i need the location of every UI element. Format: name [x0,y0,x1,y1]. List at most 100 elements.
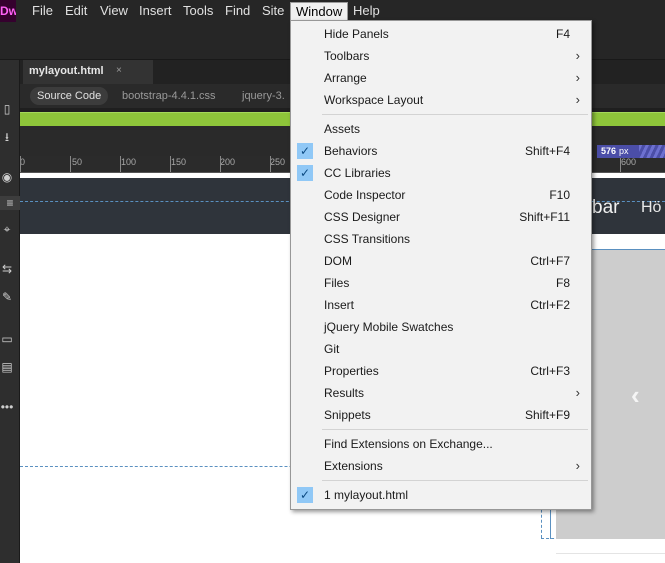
menu-item-label: Snippets [324,408,371,422]
menu-item-arrange[interactable]: Arrange › [291,67,591,89]
menu-item-jquery-mobile-swatches[interactable]: jQuery Mobile Swatches [291,316,591,338]
apply-formatting-icon[interactable]: ✎ [0,290,14,304]
menu-item-results[interactable]: Results › [291,382,591,404]
menu-site[interactable]: Site [257,0,289,22]
submenu-arrow-icon: › [575,458,580,473]
window-menu-dropdown: Hide Panels F4 Toolbars › Arrange › Workspace … [290,20,592,510]
ruler-label: 600 [621,157,637,167]
menu-item-css-designer[interactable]: CSS Designer Shift+F11 [291,206,591,228]
menu-item-files[interactable]: Files F8 [291,272,591,294]
live-view-options-icon[interactable]: ◉ [0,170,14,184]
menu-item-insert[interactable]: Insert Ctrl+F2 [291,294,591,316]
menu-item-hide-panels[interactable]: Hide Panels F4 [291,23,591,45]
submenu-arrow-icon: › [575,385,580,400]
checkmark-icon: ✓ [297,143,313,159]
navbar-brand[interactable]: bar [592,197,619,219]
related-file-source-code[interactable]: Source Code [30,87,109,105]
menu-item-extensions[interactable]: Extensions › [291,455,591,477]
menu-window[interactable]: Window [290,2,349,22]
menu-item-label: Workspace Layout [324,93,424,107]
menu-item-cc-libraries[interactable]: ✓ CC Libraries [291,162,591,184]
tab-mylayout[interactable]: mylayout.html × [23,60,153,84]
menu-item-label: Insert [324,298,355,312]
element-select-icon[interactable]: ⌖ [0,222,14,236]
menu-item-shortcut: Ctrl+F3 [530,364,570,378]
related-file-jquery[interactable]: jquery-3. [235,87,292,105]
ruler-label: 100 [121,157,137,167]
menu-item-shortcut: Ctrl+F2 [530,298,570,312]
menu-separator [322,480,588,481]
wrap-tag-icon[interactable]: ▤ [0,360,14,374]
menu-help[interactable]: Help [348,0,385,22]
menu-item-find-extensions-on-exchange[interactable]: Find Extensions on Exchange... [291,433,591,455]
menu-item-label: Extensions [324,459,383,473]
menu-tools[interactable]: Tools [178,0,218,22]
submenu-arrow-icon: › [575,48,580,63]
menu-item-label: Files [324,276,350,290]
menu-item-label: Behaviors [324,144,378,158]
menu-item-label: jQuery Mobile Swatches [324,320,454,334]
menu-item-label: Code Inspector [324,188,406,202]
comment-icon[interactable]: ▭ [0,332,14,346]
menu-item-label: Toolbars [324,49,370,63]
menu-item-label: Hide Panels [324,27,389,41]
menu-item-dom[interactable]: DOM Ctrl+F7 [291,250,591,272]
menu-item-workspace-layout[interactable]: Workspace Layout › [291,89,591,111]
menu-item-snippets[interactable]: Snippets Shift+F9 [291,404,591,426]
menu-edit[interactable]: Edit [60,0,92,22]
dreamweaver-window: Dw File Edit View Insert Tools Find Site… [0,0,665,563]
menu-item-label: DOM [324,254,352,268]
ruler-tick [220,156,221,172]
carousel-prev-icon[interactable]: ‹ [631,380,640,411]
menu-view[interactable]: View [95,0,133,22]
format-source-icon[interactable]: ≡ [0,196,20,210]
viewport-width-badge[interactable]: 576 px [597,145,665,158]
ruler-tick [170,156,171,172]
navbar-home-link[interactable]: Hö [641,199,661,217]
menu-insert[interactable]: Insert [134,0,177,22]
ruler-label: 200 [220,157,236,167]
menu-item-git[interactable]: Git [291,338,591,360]
menu-item-shortcut: Ctrl+F7 [530,254,570,268]
menu-item-label: 1 mylayout.html [324,488,409,502]
related-file-bootstrap-css[interactable]: bootstrap-4.4.1.css [115,87,223,105]
menu-separator [322,114,588,115]
file-management-icon[interactable]: ⭳ [0,130,14,144]
menu-item-label: Assets [324,122,361,136]
menu-item-label: Results [324,386,365,400]
menu-item-toolbars[interactable]: Toolbars › [291,45,591,67]
submenu-arrow-icon: › [575,70,580,85]
ruler-tick [70,156,71,172]
close-tab-icon[interactable]: × [116,60,122,82]
menu-item-shortcut: Shift+F4 [524,144,570,158]
menu-item-css-transitions[interactable]: CSS Transitions [291,228,591,250]
ruler-tick [120,156,121,172]
menu-item-shortcut: Shift+F9 [524,408,570,422]
resize-handle-icon[interactable] [639,145,665,158]
divider [556,553,665,554]
ruler-label: 250 [270,157,286,167]
left-toolbar: ▯ ⭳ ◉ ≡ ⌖ ⇆ ✎ ▭ ▤ ••• [0,60,20,563]
expand-icon[interactable]: ⇆ [0,262,14,276]
ruler-tick [20,156,21,172]
app-logo: Dw [0,0,16,22]
ruler-label: 50 [72,157,83,167]
ruler-tick [270,156,271,172]
menu-item-behaviors[interactable]: ✓ Behaviors Shift+F4 [291,140,591,162]
menu-item-label: Git [324,342,340,356]
menu-file[interactable]: File [27,0,58,22]
menu-item-properties[interactable]: Properties Ctrl+F3 [291,360,591,382]
open-document-icon[interactable]: ▯ [0,102,14,116]
menu-item-label: Find Extensions on Exchange... [324,437,493,451]
menu-item-label: CSS Designer [324,210,401,224]
menu-item-shortcut: F4 [555,27,570,41]
tab-title: mylayout.html [29,65,104,77]
more-options-icon[interactable]: ••• [0,400,14,414]
menu-item-label: CC Libraries [324,166,391,180]
menu-find[interactable]: Find [220,0,255,22]
menu-item-shortcut: F8 [555,276,570,290]
menu-item-assets[interactable]: Assets [291,118,591,140]
menu-item-shortcut: Shift+F11 [519,210,570,224]
menu-item-1-mylayout-html[interactable]: ✓ 1 mylayout.html [291,484,591,506]
menu-item-code-inspector[interactable]: Code Inspector F10 [291,184,591,206]
